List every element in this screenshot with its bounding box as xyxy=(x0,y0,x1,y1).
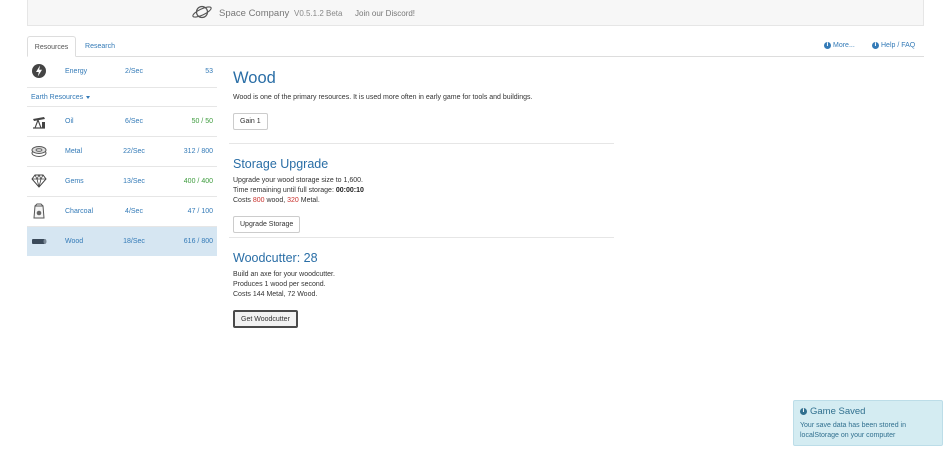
amount-capacity: 50 xyxy=(205,118,213,125)
more-link-label: More... xyxy=(833,42,855,49)
info-icon: i xyxy=(824,42,831,49)
resource-description: Wood is one of the primary resources. It… xyxy=(233,94,533,101)
cost-metal-value: 320 xyxy=(287,197,299,204)
resource-rate: 22/Sec xyxy=(123,148,145,155)
resource-row-oil[interactable]: Oil 6/Sec 50 / 50 xyxy=(27,106,217,136)
cost-suffix: Metal. xyxy=(298,197,320,204)
amount-capacity: 100 xyxy=(201,208,213,215)
amount-capacity: 800 xyxy=(201,238,213,245)
section-divider xyxy=(229,143,614,144)
resource-row-energy[interactable]: Energy 2/Sec 53 xyxy=(27,57,217,87)
resource-rate: 6/Sec xyxy=(125,118,143,125)
time-remaining-label: Time remaining until full storage: xyxy=(233,187,336,194)
resource-name: Energy xyxy=(65,68,88,75)
section-divider xyxy=(229,237,614,238)
planet-icon[interactable] xyxy=(191,4,213,20)
discord-link[interactable]: Join our Discord! xyxy=(355,9,415,18)
metal-ingot-icon xyxy=(31,146,47,157)
resource-name: Gems xyxy=(65,178,84,185)
resource-row-charcoal[interactable]: Charcoal 4/Sec 47 / 100 xyxy=(27,196,217,226)
resource-amount: 53 xyxy=(205,68,213,75)
tab-research[interactable]: Research xyxy=(78,36,122,57)
resource-name: Oil xyxy=(65,118,74,125)
charcoal-bag-icon xyxy=(33,203,45,219)
help-faq-link[interactable]: i Help / FAQ xyxy=(872,42,915,49)
woodcutter-cost: Costs 144 Metal, 72 Wood. xyxy=(233,291,318,298)
storage-upgrade-cost: Costs 800 wood, 320 Metal. xyxy=(233,197,320,204)
resource-row-wood[interactable]: Wood 18/Sec 616 / 800 xyxy=(27,226,217,256)
resource-name: Metal xyxy=(65,148,83,155)
lightning-icon xyxy=(32,64,46,78)
resource-amount: 312 / 800 xyxy=(184,148,213,155)
resource-name: Wood xyxy=(65,238,84,245)
version-label: V0.5.1.2 Beta xyxy=(294,9,343,18)
woodcutter-desc: Build an axe for your woodcutter. xyxy=(233,271,335,278)
resource-amount: 400 / 400 xyxy=(184,178,213,185)
storage-upgrade-desc: Upgrade your wood storage size to 1,600. xyxy=(233,177,363,184)
info-icon: i xyxy=(872,42,879,49)
amount-current: 312 xyxy=(183,148,196,155)
resource-rate: 4/Sec xyxy=(125,208,143,215)
amount-capacity: 800 xyxy=(201,148,213,155)
notification-title: i Game Saved xyxy=(800,406,865,417)
resource-rate: 2/Sec xyxy=(125,68,143,75)
notification-body: Your save data has been stored in localS… xyxy=(800,422,906,439)
oil-pump-icon xyxy=(33,117,45,129)
storage-time-remaining: Time remaining until full storage: 00:00… xyxy=(233,187,364,194)
resource-name: Charcoal xyxy=(65,208,94,215)
log-icon xyxy=(32,239,47,244)
help-faq-label: Help / FAQ xyxy=(881,42,916,49)
resource-amount: 50 / 50 xyxy=(192,118,213,125)
amount-capacity: 400 xyxy=(201,178,213,185)
woodcutter-title: Woodcutter: 28 xyxy=(233,251,318,265)
category-label: Earth Resources xyxy=(31,94,84,101)
resource-amount: 616 / 800 xyxy=(184,238,213,245)
game-saved-notification[interactable]: i Game Saved Your save data has been sto… xyxy=(793,400,943,446)
cost-mid: wood, xyxy=(264,197,288,204)
resource-row-metal[interactable]: Metal 22/Sec 312 / 800 xyxy=(27,136,217,166)
earth-resources-dropdown[interactable]: Earth Resources xyxy=(27,87,217,106)
woodcutter-production: Produces 1 wood per second. xyxy=(233,281,326,288)
gem-icon xyxy=(31,174,47,188)
resource-rate: 18/Sec xyxy=(123,238,145,245)
caret-down-icon xyxy=(86,95,91,99)
resource-title: Wood xyxy=(233,69,276,87)
cost-prefix: Costs xyxy=(233,197,253,204)
resource-rate: 13/Sec xyxy=(123,178,145,185)
more-link[interactable]: i More... xyxy=(824,42,855,49)
resource-row-gems[interactable]: Gems 13/Sec 400 / 400 xyxy=(27,166,217,196)
tab-resources[interactable]: Resources xyxy=(27,36,76,57)
info-icon: i xyxy=(800,408,807,415)
amount-current: 400 xyxy=(183,178,196,185)
time-remaining-value: 00:00:10 xyxy=(335,187,364,194)
cost-wood-value: 800 xyxy=(252,197,265,204)
get-woodcutter-button[interactable]: Get Woodcutter xyxy=(233,310,298,328)
gain-1-button[interactable]: Gain 1 xyxy=(233,113,268,130)
notification-title-text: Game Saved xyxy=(810,406,866,417)
top-navbar: Space Company V0.5.1.2 Beta Join our Dis… xyxy=(27,0,924,26)
upgrade-storage-button[interactable]: Upgrade Storage xyxy=(233,216,301,233)
storage-upgrade-title: Storage Upgrade xyxy=(233,157,329,171)
amount-current: 616 xyxy=(183,238,196,245)
resource-amount: 47 / 100 xyxy=(188,208,213,215)
brand-name[interactable]: Space Company xyxy=(219,8,289,19)
